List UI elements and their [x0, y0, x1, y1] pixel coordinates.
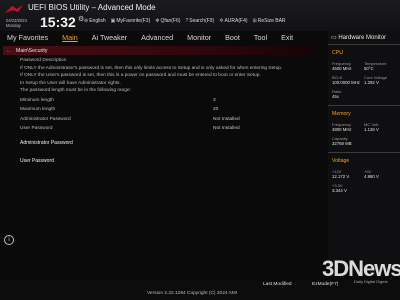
tab-tool[interactable]: Tool: [247, 31, 274, 45]
breadcrumb-text: Main\Security: [16, 47, 48, 54]
description-rights: In Setup the User will have Administrato…: [20, 80, 121, 86]
monitor-row: Frequency 4500 MHz Temperature 50°C: [328, 61, 400, 71]
section-memory: Memory: [332, 111, 351, 117]
tab-main[interactable]: Main: [55, 31, 85, 45]
user-password-button[interactable]: User Password: [20, 158, 310, 170]
clock: 15:32: [40, 14, 76, 30]
description-admin: If ONLY the Administrator's password is …: [20, 65, 283, 71]
search-button[interactable]: ?Search(F9): [185, 18, 214, 24]
hardware-monitor-title: ▭ Hardware Monitor: [328, 31, 400, 42]
resize-bar-label: ReSize BAR: [257, 18, 286, 24]
tab-exit[interactable]: Exit: [274, 31, 300, 45]
aura-icon: ✲: [219, 18, 224, 24]
footer-bar: Version 2.22.1284 Copyright (C) 2024 AMI…: [0, 281, 400, 300]
myfavorite-label: MyFavorite(F3): [116, 18, 151, 24]
date-display: 04/23/2024 Monday: [6, 18, 27, 28]
description-heading: Password Description: [20, 58, 67, 63]
divider: [328, 44, 400, 45]
description-user: If ONLY the User's password is set, then…: [20, 73, 261, 79]
day-text: Monday: [6, 23, 21, 28]
hardware-monitor-panel: ▭ Hardware Monitor CPU Frequency 4500 MHz…: [328, 31, 400, 269]
setting-value: 3: [213, 97, 216, 103]
tab-advanced[interactable]: Advanced: [134, 31, 180, 45]
metric-value: 4800 MHz: [332, 127, 352, 132]
search-icon: ?: [185, 18, 189, 24]
version-text: Version 2.22.1284 Copyright (C) 2024 AMI: [147, 291, 238, 296]
security-panel: Password Description If ONLY the Adminis…: [20, 58, 310, 170]
language-button[interactable]: ⊕English: [84, 18, 106, 24]
setting-label: User Password: [20, 126, 53, 132]
watermark-tagline: Daily Digital Digest: [354, 279, 388, 284]
last-modified-button[interactable]: Last Modified: [263, 282, 292, 287]
language-label: English: [89, 18, 106, 24]
metric-value: 4.980 V: [364, 174, 379, 179]
resize-icon: ⊞: [252, 18, 257, 24]
tab-my-favorites[interactable]: My Favorites: [0, 31, 55, 45]
tab-ai-tweaker[interactable]: Ai Tweaker: [85, 31, 134, 45]
toolbar: ⊕English ▣MyFavorite(F3) ✻Qfan(F6) ?Sear…: [84, 18, 286, 24]
myfavorite-button[interactable]: ▣MyFavorite(F3): [111, 18, 151, 24]
globe-icon: ⊕: [84, 18, 89, 24]
metric-value: 45x: [332, 94, 339, 99]
setting-label: Minimum length: [20, 97, 54, 103]
main-menu: My Favorites Main Ai Tweaker Advanced Mo…: [0, 31, 313, 45]
setting-value: Not Installed: [213, 116, 240, 122]
monitor-row: BCLK 100.0000 MHz Core Voltage 1.292 V: [328, 75, 400, 85]
setting-label: Administrator Password: [20, 116, 71, 122]
hardware-monitor-label: Hardware Monitor: [338, 35, 387, 41]
setting-row: Minimum length 3: [20, 96, 310, 106]
breadcrumb[interactable]: ← Main\Security: [3, 46, 313, 55]
search-label: Search(F9): [189, 18, 215, 24]
ez-mode-button[interactable]: EzMode(F7): [312, 282, 338, 287]
section-voltage: Voltage: [332, 158, 350, 164]
setting-row: Administrator Password Not Installed: [20, 115, 310, 125]
aura-button[interactable]: ✲AURA(F4): [219, 18, 247, 24]
metric-value: 100.0000 MHz: [332, 80, 360, 85]
rog-logo-icon: [5, 5, 23, 13]
monitor-row: Ratio 45x: [328, 89, 400, 99]
resize-bar-button[interactable]: ⊞ReSize BAR: [253, 18, 286, 24]
setting-value: Not Installed: [213, 126, 240, 132]
metric-value: 3.344 V: [332, 188, 347, 193]
monitor-row: +12V 12.172 V +5V 4.980 V: [328, 169, 400, 179]
star-icon: ▣: [110, 18, 116, 24]
setting-row: User Password Not Installed: [20, 124, 310, 134]
setting-row: Maximum length 20: [20, 105, 310, 115]
metric-value: 1.292 V: [364, 80, 379, 85]
metric-value: 1.136 V: [364, 127, 379, 132]
qfan-label: Qfan(F6): [160, 18, 181, 24]
monitor-row: +3.3V 3.344 V: [328, 183, 400, 193]
metric-value: 50°C: [364, 66, 374, 71]
app-title: UEFI BIOS Utility – Advanced Mode: [28, 3, 156, 12]
administrator-password-button[interactable]: Administrator Password: [20, 140, 310, 152]
divider: [328, 105, 400, 106]
section-cpu: CPU: [332, 50, 343, 56]
metric-value: 32768 MB: [332, 141, 352, 146]
metric-value: 12.172 V: [332, 174, 350, 179]
qfan-button[interactable]: ✻Qfan(F6): [155, 18, 180, 24]
setting-label: Maximum length: [20, 107, 56, 113]
setting-value: 20: [213, 107, 219, 113]
title-bar: UEFI BIOS Utility – Advanced Mode 04/23/…: [0, 0, 400, 31]
metric-value: 4500 MHz: [332, 66, 352, 71]
description-length: The password length must be in the follo…: [20, 88, 131, 94]
tab-boot[interactable]: Boot: [218, 31, 247, 45]
monitor-icon: ▭: [331, 35, 337, 41]
tab-monitor[interactable]: Monitor: [180, 31, 218, 45]
fan-icon: ✻: [155, 18, 160, 24]
divider: [328, 152, 400, 153]
monitor-row: Capacity 32768 MB: [328, 136, 400, 146]
aura-label: AURA(F4): [224, 18, 248, 24]
monitor-row: Frequency 4800 MHz MC Volt. 1.136 V: [328, 122, 400, 132]
back-arrow-icon[interactable]: ←: [6, 48, 12, 54]
info-icon[interactable]: i: [4, 235, 14, 245]
